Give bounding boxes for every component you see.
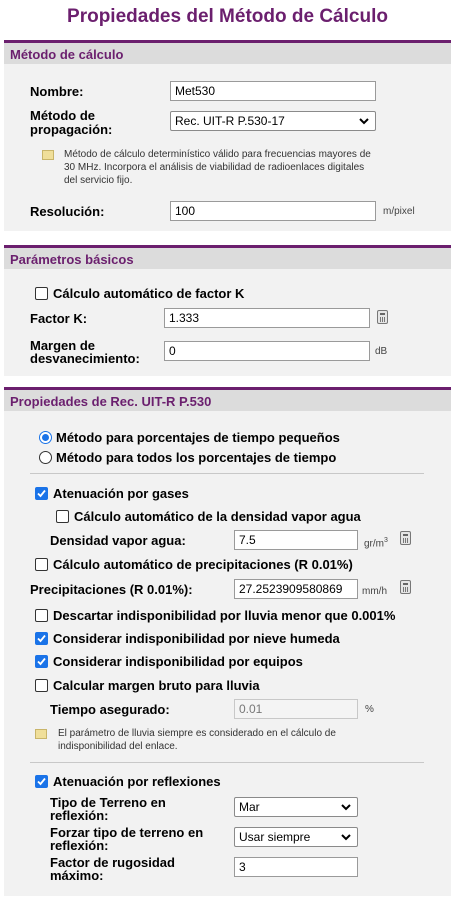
radio-pequenos-label: Método para porcentajes de tiempo pequeñ… — [56, 430, 340, 445]
equipos-checkbox[interactable] — [35, 655, 48, 668]
chevron-down-icon — [359, 118, 369, 125]
auto-k-label: Cálculo automático de factor K — [53, 286, 245, 301]
note-icon — [42, 150, 54, 160]
basicos-section-title: Parámetros básicos — [10, 252, 134, 267]
densidad-input[interactable]: 7.5 — [234, 530, 358, 550]
terreno-select[interactable]: Mar — [234, 797, 358, 817]
margen-bruto-label: Calcular margen bruto para lluvia — [53, 678, 260, 693]
check-icon — [37, 657, 46, 666]
radio-todos-label: Método para todos los porcentajes de tie… — [56, 450, 337, 465]
propagacion-selected-value: Rec. UIT-R P.530-17 — [175, 114, 285, 128]
auto-k-checkbox[interactable] — [35, 287, 48, 300]
aten-gases-checkbox[interactable] — [35, 487, 48, 500]
auto-densidad-label: Cálculo automático de la densidad vapor … — [74, 509, 361, 524]
rec530-note-line1: El parámetro de lluvia siempre es consid… — [58, 728, 336, 739]
radio-pequenos[interactable] — [39, 431, 52, 444]
note-icon — [35, 729, 47, 739]
page-title: Propiedades del Método de Cálculo — [67, 6, 388, 27]
forzar-label-line2: reflexión: — [50, 838, 109, 853]
precip-unit: mm/h — [362, 586, 387, 597]
tiempo-input[interactable]: 0.01 — [234, 699, 358, 719]
tiempo-unit: % — [365, 704, 374, 715]
auto-precip-label: Cálculo automático de precipitaciones (R… — [53, 557, 353, 572]
rec530-section-title: Propiedades de Rec. UIT-R P.530 — [10, 394, 212, 409]
margen-label-line2: desvanecimiento: — [30, 351, 140, 366]
rec530-note-line2: indisponibilidad del enlace. — [58, 741, 178, 752]
descartar-checkbox[interactable] — [35, 609, 48, 622]
rugosidad-input[interactable]: 3 — [234, 857, 358, 877]
margen-bruto-checkbox[interactable] — [35, 679, 48, 692]
rugosidad-label-line2: máximo: — [50, 868, 104, 883]
check-icon — [37, 634, 46, 643]
densidad-unit: gr/m3 — [364, 537, 388, 549]
margen-unit: dB — [375, 346, 388, 357]
forzar-selected-value: Usar siempre — [239, 830, 311, 844]
radio-todos[interactable] — [39, 451, 52, 464]
reflex-checkbox[interactable] — [35, 775, 48, 788]
propagacion-select[interactable]: Rec. UIT-R P.530-17 — [170, 111, 376, 131]
check-icon — [37, 489, 46, 498]
margen-input[interactable]: 0 — [164, 341, 370, 361]
precip-label: Precipitaciones (R 0.01%): — [30, 582, 193, 597]
divider — [30, 473, 424, 474]
descartar-label: Descartar indisponibilidad por lluvia me… — [53, 608, 396, 623]
propagacion-label-line1: Método de — [30, 108, 95, 123]
terreno-selected-value: Mar — [239, 800, 260, 814]
aten-gases-label: Atenuación por gases — [53, 486, 189, 501]
divider — [30, 762, 424, 763]
nieve-label: Considerar indisponibilidad por nieve hu… — [53, 631, 340, 646]
chevron-down-icon — [341, 834, 351, 841]
resolucion-label: Resolución: — [30, 204, 105, 219]
densidad-calculator-icon[interactable] — [400, 531, 411, 545]
terreno-label-line2: reflexión: — [50, 808, 109, 823]
resolucion-input[interactable]: 100 — [170, 201, 376, 221]
propagacion-label-line2: propagación: — [30, 122, 113, 137]
auto-precip-checkbox[interactable] — [35, 558, 48, 571]
metodo-note-line3: del servicio fijo. — [64, 175, 133, 186]
metodo-section-title: Método de cálculo — [10, 47, 124, 62]
densidad-unit-base: gr/m — [364, 538, 384, 550]
metodo-section-header: Método de cálculo — [4, 40, 451, 64]
forzar-select[interactable]: Usar siempre — [234, 827, 358, 847]
metodo-note-line2: 30 MHz. Incorpora el análisis de viabili… — [64, 162, 365, 173]
basicos-section-header: Parámetros básicos — [4, 245, 451, 269]
precip-calculator-icon[interactable] — [400, 580, 411, 594]
densidad-label: Densidad vapor agua: — [50, 533, 186, 548]
factor-k-label: Factor K: — [30, 311, 88, 326]
reflex-label: Atenuación por reflexiones — [53, 774, 221, 789]
equipos-label: Considerar indisponibilidad por equipos — [53, 654, 303, 669]
rec530-section-header: Propiedades de Rec. UIT-R P.530 — [4, 387, 451, 411]
tiempo-label: Tiempo asegurado: — [50, 702, 170, 717]
calculator-icon[interactable] — [377, 310, 388, 324]
nombre-input[interactable]: Met530 — [170, 81, 376, 101]
check-icon — [37, 777, 46, 786]
precip-input[interactable]: 27.2523909580869 — [234, 579, 358, 599]
chevron-down-icon — [341, 804, 351, 811]
nieve-checkbox[interactable] — [35, 632, 48, 645]
nombre-label: Nombre: — [30, 84, 84, 99]
resolucion-unit: m/pixel — [383, 206, 415, 217]
auto-densidad-checkbox[interactable] — [56, 510, 69, 523]
densidad-unit-exponent: 3 — [384, 537, 388, 544]
factor-k-input[interactable]: 1.333 — [164, 308, 370, 328]
metodo-note-line1: Método de cálculo determinístico válido … — [64, 149, 371, 160]
